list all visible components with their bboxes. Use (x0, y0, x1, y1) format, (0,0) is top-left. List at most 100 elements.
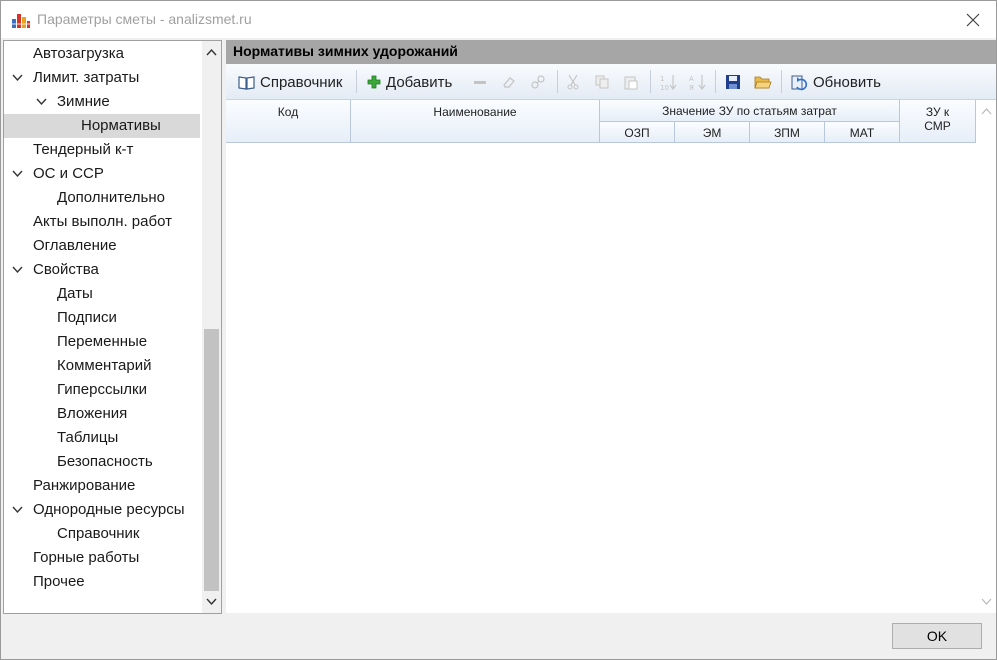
open-button[interactable] (754, 72, 772, 92)
sort-alpha-icon: AЯ (689, 75, 706, 91)
tree-item-tender[interactable]: Тендерный к-т (4, 138, 200, 162)
column-header-em[interactable]: ЭМ (675, 122, 750, 143)
dialog-window: Параметры сметы - analizsmet.ru Автозагр… (0, 0, 997, 660)
tree-item-os-ssr[interactable]: ОС и ССР (4, 162, 200, 186)
tree-item-dates[interactable]: Даты (4, 282, 200, 306)
tree-item-hyperlinks[interactable]: Гиперссылки (4, 378, 200, 402)
tree-item-norms[interactable]: Нормативы (4, 114, 200, 138)
tree-item-mining[interactable]: Горные работы (4, 546, 200, 570)
grid-scrollbar[interactable] (976, 100, 996, 613)
column-header-label: ЗУ к (925, 105, 950, 119)
app-icon (11, 14, 31, 28)
scrollbar-thumb[interactable] (204, 329, 219, 591)
chevron-down-icon[interactable] (36, 98, 47, 106)
chevron-down-icon[interactable] (12, 266, 23, 274)
svg-text:Я: Я (689, 84, 694, 91)
column-header-label: Код (277, 105, 299, 119)
column-header-name[interactable]: Наименование (351, 100, 600, 143)
chevron-down-icon[interactable] (981, 598, 992, 606)
tree-item-label: Акты выполн. работ (33, 213, 172, 230)
column-header-zu-smr[interactable]: ЗУ к СМР (900, 100, 976, 143)
tree-item-label: Автозагрузка (33, 45, 124, 62)
scissors-icon (567, 74, 579, 90)
chevron-up-icon[interactable] (981, 107, 992, 115)
tree-item-winter[interactable]: Зимние (4, 90, 200, 114)
title-bar: Параметры сметы - analizsmet.ru (1, 1, 996, 38)
chevron-down-icon[interactable] (206, 598, 217, 606)
column-header-code[interactable]: Код (226, 100, 351, 143)
svg-text:1: 1 (660, 75, 664, 83)
tree-item-label: Безопасность (57, 453, 153, 470)
tree-item-label: Вложения (57, 405, 128, 422)
toolbar-separator (715, 70, 716, 93)
reference-button[interactable]: Справочник (238, 72, 343, 92)
tree-item-tables[interactable]: Таблицы (4, 426, 200, 450)
column-header-label: МАТ (849, 126, 875, 140)
tree-item-attachments[interactable]: Вложения (4, 402, 200, 426)
column-header-label: ОЗП (624, 126, 650, 140)
tree-item-label: Дополнительно (57, 189, 165, 206)
tree-item-security[interactable]: Безопасность (4, 450, 200, 474)
refresh-icon (791, 75, 808, 90)
tree-item-uniform-resources[interactable]: Однородные ресурсы (4, 498, 200, 522)
add-button[interactable]: Добавить (367, 72, 452, 92)
book-icon (238, 75, 255, 90)
tree-item-label: Даты (57, 285, 93, 302)
tree-item-reference[interactable]: Справочник (4, 522, 200, 546)
tree-item-label: Переменные (57, 333, 148, 350)
save-button[interactable] (725, 72, 741, 92)
copy-button[interactable] (594, 72, 610, 92)
tree-item-properties[interactable]: Свойства (4, 258, 200, 282)
svg-text:10: 10 (660, 84, 669, 91)
add-label: Добавить (386, 73, 453, 91)
tree-item-autoload[interactable]: Автозагрузка (4, 42, 200, 66)
tree-item-label: Таблицы (57, 429, 119, 446)
tree-item-acts[interactable]: Акты выполн. работ (4, 210, 200, 234)
column-header-label: СМР (924, 119, 951, 133)
chevron-up-icon[interactable] (206, 48, 217, 56)
close-button[interactable] (950, 1, 996, 38)
column-header-ozp[interactable]: ОЗП (600, 122, 675, 143)
tree-item-variables[interactable]: Переменные (4, 330, 200, 354)
tree-item-label: Справочник (57, 525, 140, 542)
sort-numeric-button[interactable]: 1 10 (659, 72, 677, 92)
norms-grid: Код Наименование Значение ЗУ по статьям … (226, 100, 996, 613)
toolbar-separator (356, 70, 357, 93)
tree-item-label: Свойства (33, 261, 99, 278)
column-header-label: Значение ЗУ по статьям затрат (662, 104, 837, 118)
tree-item-contents[interactable]: Оглавление (4, 234, 200, 258)
ok-button[interactable]: OK (892, 623, 982, 649)
plus-icon (367, 75, 381, 89)
window-title: Параметры сметы - analizsmet.ru (37, 11, 252, 27)
floppy-disk-icon (726, 75, 740, 89)
tree-item-comment[interactable]: Комментарий (4, 354, 200, 378)
minus-icon (474, 81, 486, 84)
tree-item-limit-costs[interactable]: Лимит. затраты (4, 66, 200, 90)
column-header-label: Наименование (433, 105, 517, 119)
settings-tree: Автозагрузка Лимит. затраты Зимние Норма… (3, 40, 222, 614)
chevron-down-icon[interactable] (12, 506, 23, 514)
tree-item-label: Подписи (57, 309, 117, 326)
column-header-zpm[interactable]: ЗПМ (750, 122, 825, 143)
refresh-button[interactable]: Обновить (791, 72, 881, 92)
paste-button[interactable] (623, 72, 639, 92)
clear-button[interactable] (501, 72, 517, 92)
paste-icon (624, 76, 638, 90)
tree-item-signatures[interactable]: Подписи (4, 306, 200, 330)
tree-item-ranking[interactable]: Ранжирование (4, 474, 200, 498)
tree-item-label: Гиперссылки (57, 381, 147, 398)
link-button[interactable] (530, 72, 546, 92)
tree-item-additional[interactable]: Дополнительно (4, 186, 200, 210)
sort-alpha-button[interactable]: AЯ (688, 72, 706, 92)
cut-button[interactable] (566, 72, 580, 92)
tree-item-other[interactable]: Прочее (4, 570, 200, 594)
close-icon (966, 13, 980, 26)
tree-scrollbar[interactable] (202, 41, 221, 613)
link-icon (531, 75, 545, 89)
chevron-down-icon[interactable] (12, 74, 23, 82)
column-header-mat[interactable]: МАТ (825, 122, 900, 143)
chevron-down-icon[interactable] (12, 170, 23, 178)
column-header-label: ЗПМ (774, 126, 800, 140)
delete-button[interactable] (473, 72, 487, 92)
svg-text:A: A (689, 75, 694, 83)
